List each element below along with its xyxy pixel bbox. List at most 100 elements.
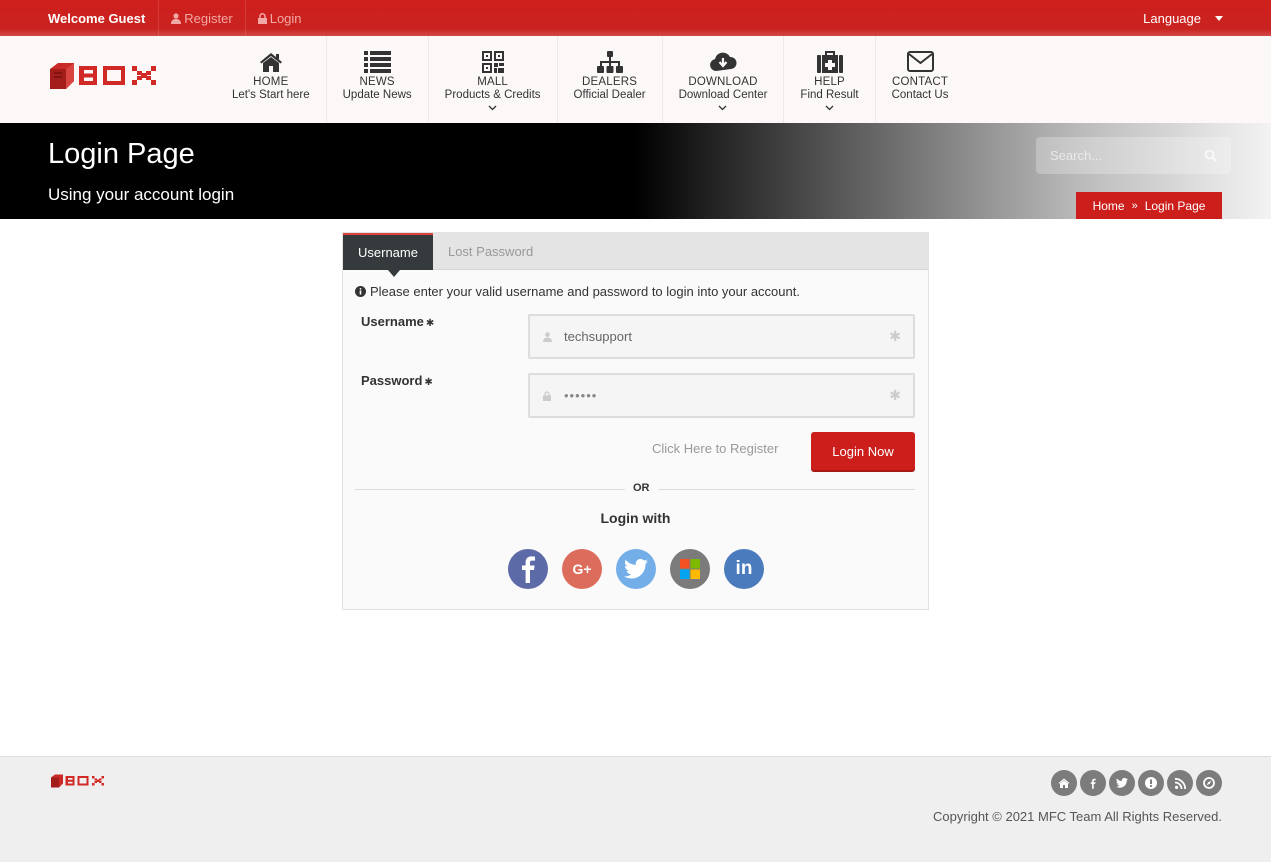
nav-subtitle: Download Center <box>678 89 768 101</box>
chevron-down-icon <box>825 105 834 111</box>
double-chevron-right-icon: » <box>1131 199 1138 212</box>
register-link[interactable]: Register <box>159 0 246 36</box>
nav-title: DOWNLOAD <box>688 76 758 88</box>
breadcrumb: Home » Login Page <box>1076 192 1222 219</box>
footer-compass-button[interactable] <box>1196 770 1222 796</box>
google-plus-icon: G+ <box>572 561 592 577</box>
required-asterisk-icon: ✱ <box>889 328 901 344</box>
rss-icon <box>1174 777 1186 789</box>
linkedin-login-button[interactable]: in <box>724 549 764 589</box>
page-subtitle: Using your account login <box>48 185 235 204</box>
language-label: Language <box>1143 10 1201 26</box>
username-label-text: Username <box>361 314 424 329</box>
facebook-icon <box>522 556 535 583</box>
medkit-icon <box>816 50 843 73</box>
caret-down-icon <box>1215 15 1223 21</box>
box-logo-icon <box>51 774 104 788</box>
login-link[interactable]: Login <box>246 0 314 36</box>
nav-subtitle: Contact Us <box>891 89 949 101</box>
login-with-heading: Login with <box>600 510 671 526</box>
nav-item-help[interactable]: HELP Find Result <box>784 36 876 123</box>
nav-menu: HOME Let's Start here NEWS Update News M… <box>216 36 964 123</box>
required-asterisk-icon: ✱ <box>889 387 901 403</box>
password-label-text: Password <box>361 373 423 388</box>
nav-subtitle: Update News <box>342 89 412 101</box>
nav-subtitle: Products & Credits <box>444 89 541 101</box>
list-icon <box>363 50 391 73</box>
lock-icon <box>257 12 267 24</box>
nav-item-news[interactable]: NEWS Update News <box>327 36 429 123</box>
microsoft-login-button[interactable] <box>670 549 710 589</box>
sitemap-icon <box>596 50 623 73</box>
language-dropdown[interactable]: Language <box>1143 0 1223 36</box>
footer-rss-button[interactable] <box>1167 770 1193 796</box>
required-asterisk-icon: ✱ <box>424 377 433 388</box>
login-label: Login <box>269 10 302 26</box>
compass-icon <box>1203 777 1215 789</box>
tab-username[interactable]: Username <box>343 233 433 277</box>
site-logo[interactable] <box>48 61 160 91</box>
exclamation-circle-icon <box>1145 777 1157 789</box>
nav-subtitle: Find Result <box>800 89 859 101</box>
cloud-download-icon <box>710 52 737 71</box>
chevron-down-icon <box>719 105 727 111</box>
nav-subtitle: Let's Start here <box>232 89 310 101</box>
username-value: techsupport <box>564 329 632 344</box>
qrcode-icon <box>481 50 504 73</box>
nav-title: NEWS <box>359 76 395 88</box>
social-login-buttons: G+ in <box>508 549 764 589</box>
username-label: Username ✱ <box>361 314 434 329</box>
tab-lost-password[interactable]: Lost Password <box>433 233 548 270</box>
search-icon[interactable] <box>1204 149 1217 162</box>
nav-item-home[interactable]: HOME Let's Start here <box>216 36 327 123</box>
login-now-button[interactable]: Login Now <box>811 432 915 470</box>
nav-item-dealers[interactable]: DEALERS Official Dealer <box>558 36 663 123</box>
home-icon <box>259 52 282 72</box>
box-logo-icon <box>50 63 156 89</box>
top-bar: Welcome Guest Register Login Language <box>0 0 1271 36</box>
register-link[interactable]: Click Here to Register <box>652 441 778 456</box>
envelope-icon <box>906 51 934 72</box>
welcome-text: Welcome Guest <box>48 0 160 36</box>
user-icon <box>171 12 182 24</box>
nav-title: HELP <box>814 76 845 88</box>
user-icon <box>542 331 552 342</box>
footer-home-button[interactable] <box>1051 770 1077 796</box>
footer: Copyright © 2021 MFC Team All Rights Res… <box>0 756 1271 862</box>
nav-item-contact[interactable]: CONTACT Contact Us <box>876 36 965 123</box>
login-info: Please enter your valid username and pas… <box>355 284 800 299</box>
page-title: Login Page <box>48 138 195 170</box>
footer-alert-button[interactable] <box>1138 770 1164 796</box>
password-value: •••••• <box>564 388 598 403</box>
nav-item-download[interactable]: DOWNLOAD Download Center <box>663 36 785 123</box>
facebook-login-button[interactable] <box>508 549 548 589</box>
page-header: Login Page Using your account login Sear… <box>0 123 1271 219</box>
info-text: Please enter your valid username and pas… <box>370 284 800 299</box>
footer-logo[interactable] <box>50 773 106 794</box>
password-field[interactable]: •••••• ✱ <box>528 373 915 418</box>
nav-title: DEALERS <box>582 76 638 88</box>
linkedin-icon: in <box>735 558 753 579</box>
twitter-icon <box>624 559 648 579</box>
info-circle-icon <box>355 286 366 297</box>
breadcrumb-home[interactable]: Home <box>1093 199 1125 213</box>
password-label: Password ✱ <box>361 373 433 388</box>
facebook-icon <box>1090 778 1096 789</box>
username-field[interactable]: techsupport ✱ <box>528 314 915 359</box>
home-icon <box>1058 778 1070 788</box>
nav-subtitle: Official Dealer <box>573 89 646 101</box>
nav-title: MALL <box>477 76 509 88</box>
chevron-down-icon <box>488 105 497 111</box>
twitter-login-button[interactable] <box>616 549 656 589</box>
microsoft-icon <box>680 559 700 579</box>
search-placeholder: Search... <box>1050 148 1103 163</box>
google-plus-login-button[interactable]: G+ <box>562 549 602 589</box>
login-panel: Username Lost Password Please enter your… <box>342 232 929 610</box>
footer-facebook-button[interactable] <box>1080 770 1106 796</box>
nav-item-mall[interactable]: MALL Products & Credits <box>429 36 558 123</box>
search-input[interactable]: Search... <box>1036 137 1231 174</box>
or-divider: OR <box>355 482 915 494</box>
footer-twitter-button[interactable] <box>1109 770 1135 796</box>
main-navbar: HOME Let's Start here NEWS Update News M… <box>0 36 1271 123</box>
lock-icon <box>543 390 551 401</box>
